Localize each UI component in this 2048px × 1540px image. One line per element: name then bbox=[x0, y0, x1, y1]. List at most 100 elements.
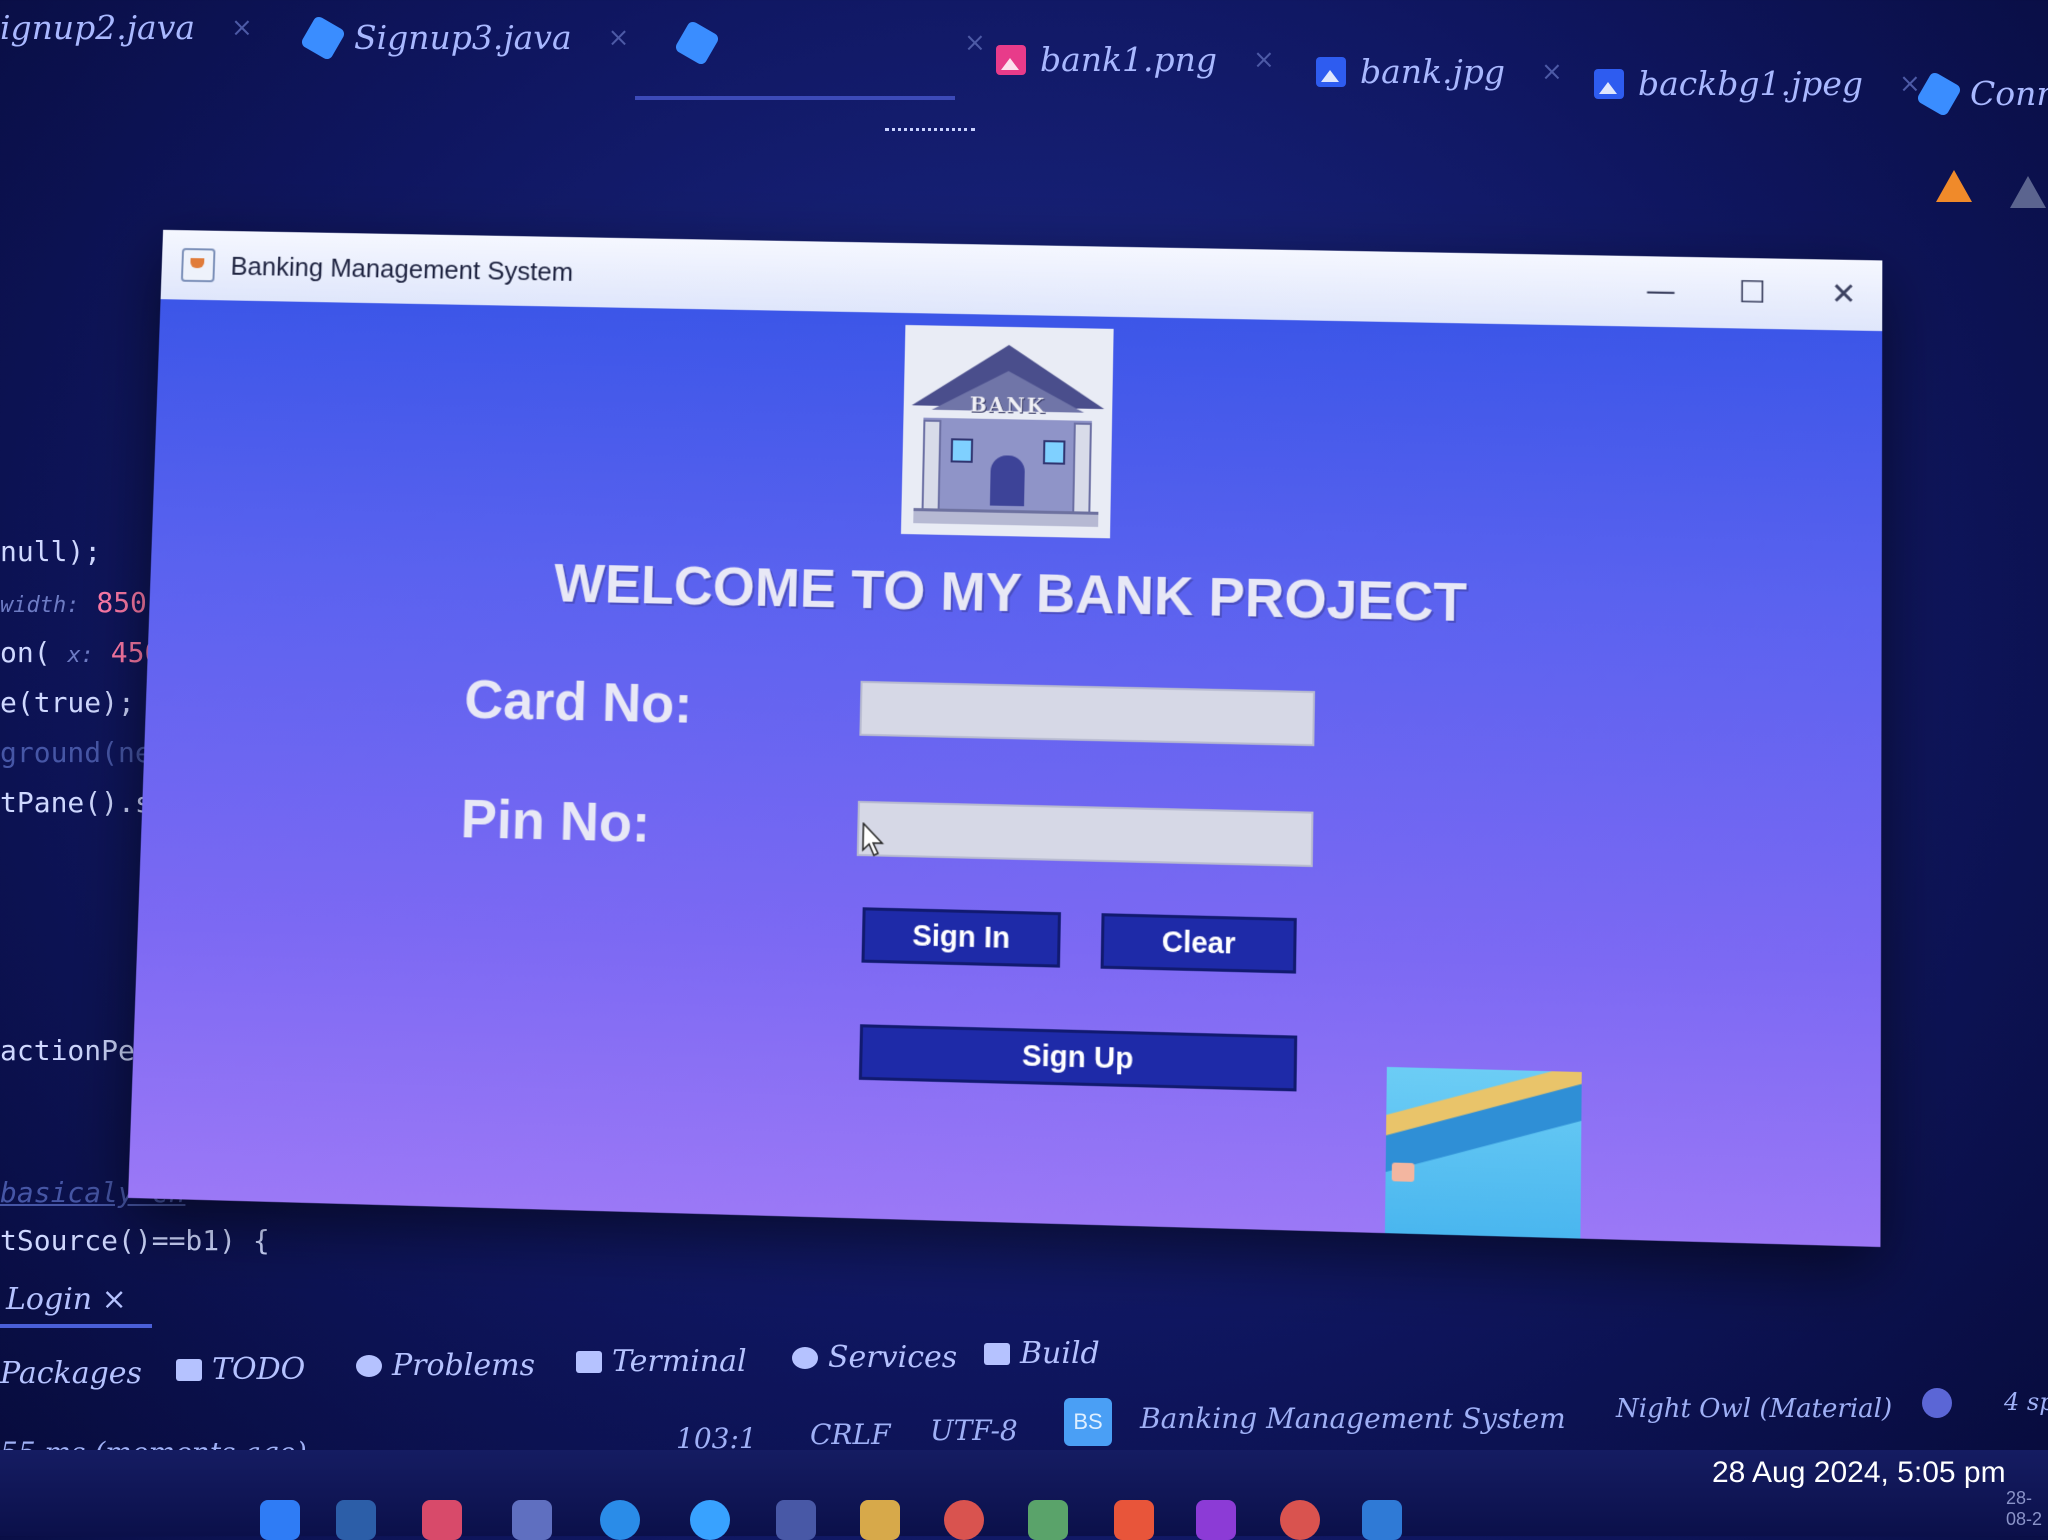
maximize-button[interactable]: ☐ bbox=[1722, 270, 1783, 315]
tab-close-icon[interactable]: × bbox=[964, 28, 986, 58]
taskbar-app-icon[interactable] bbox=[260, 1500, 300, 1540]
tool-window-services[interactable]: Services bbox=[792, 1340, 957, 1375]
tab-close-icon[interactable]: × bbox=[1899, 69, 1921, 99]
java-file-icon bbox=[674, 20, 720, 66]
code-line: width: 850, bbox=[0, 586, 164, 619]
tool-window-terminal[interactable]: Terminal bbox=[576, 1344, 747, 1379]
editor-tab-signup3[interactable]: Signup3.java × bbox=[306, 18, 629, 57]
card-dash-shape bbox=[1449, 1237, 1486, 1244]
code-line: e(true); bbox=[0, 686, 135, 719]
tab-label: bank1.png bbox=[1040, 40, 1217, 79]
card-number-input[interactable] bbox=[859, 681, 1315, 746]
tab-label: bank.jpg bbox=[1360, 52, 1505, 91]
tool-label: Problems bbox=[392, 1348, 535, 1383]
project-badge: BS bbox=[1064, 1398, 1112, 1446]
welcome-heading: WELCOME TO MY BANK PROJECT bbox=[149, 543, 1881, 643]
card-number-label: Card No: bbox=[463, 668, 693, 736]
taskbar-app-icon[interactable] bbox=[600, 1500, 640, 1540]
chrome-icon[interactable] bbox=[944, 1500, 984, 1540]
taskbar-app-icon[interactable] bbox=[512, 1500, 552, 1540]
editor-tab-bank-jpg[interactable]: bank.jpg × bbox=[1316, 52, 1563, 91]
bank-logo-text: BANK bbox=[914, 391, 1103, 419]
tab-label: ignup2.java bbox=[0, 8, 195, 47]
status-line-ending[interactable]: CRLF bbox=[810, 1418, 891, 1451]
window-title: Banking Management System bbox=[230, 250, 573, 287]
tool-label: Services bbox=[828, 1340, 957, 1375]
clear-button[interactable]: Clear bbox=[1101, 913, 1297, 973]
run-tab-login[interactable]: Login × bbox=[6, 1282, 127, 1317]
banking-app-window: Banking Management System — ☐ ✕ BANK WEL… bbox=[128, 230, 1882, 1247]
editor-tab-bank1-png[interactable]: bank1.png × bbox=[996, 40, 1275, 79]
bank-door-shape bbox=[990, 455, 1025, 506]
run-tab-indicator bbox=[0, 1324, 152, 1328]
bank-steps-shape bbox=[913, 508, 1098, 527]
status-encoding[interactable]: UTF-8 bbox=[930, 1414, 1018, 1447]
taskbar-app-icon[interactable] bbox=[690, 1500, 730, 1540]
image-file-icon bbox=[996, 45, 1026, 75]
tool-window-problems[interactable]: Problems bbox=[356, 1348, 535, 1383]
todo-icon bbox=[176, 1359, 202, 1381]
chrome-icon[interactable] bbox=[1280, 1500, 1320, 1540]
pin-number-input[interactable] bbox=[857, 801, 1314, 867]
tab-close-icon[interactable]: × bbox=[1253, 45, 1275, 75]
gear-icon bbox=[792, 1347, 818, 1369]
tool-window-packages[interactable]: Packages bbox=[0, 1356, 142, 1391]
status-theme[interactable]: Night Owl (Material) bbox=[1616, 1394, 1892, 1424]
error-squiggle bbox=[885, 120, 975, 131]
tab-label: backbg1.jpeg bbox=[1638, 64, 1863, 103]
minimize-button[interactable]: — bbox=[1630, 268, 1691, 313]
card-dash-shape bbox=[1502, 1238, 1539, 1245]
java-file-icon bbox=[1916, 70, 1962, 116]
tool-window-todo[interactable]: TODO bbox=[176, 1352, 305, 1387]
status-indent[interactable]: 4 sp bbox=[2004, 1388, 2048, 1416]
tool-label: Packages bbox=[0, 1356, 142, 1391]
sign-in-button[interactable]: Sign In bbox=[861, 907, 1061, 967]
editor-tab-signup2[interactable]: ignup2.java × bbox=[0, 8, 253, 47]
code-background bbox=[0, 190, 150, 420]
sign-up-button[interactable]: Sign Up bbox=[859, 1024, 1297, 1091]
taskbar-app-icon[interactable] bbox=[1028, 1500, 1068, 1540]
taskbar-small-date: 28-08-2 bbox=[2006, 1488, 2048, 1530]
tab-close-icon[interactable]: × bbox=[1541, 57, 1563, 87]
warning-icon[interactable] bbox=[1936, 170, 1972, 202]
tab-close-icon[interactable]: × bbox=[231, 13, 253, 43]
run-tab-close-icon[interactable]: × bbox=[102, 1282, 127, 1317]
tool-window-build[interactable]: Build bbox=[984, 1336, 1100, 1371]
pin-number-label: Pin No: bbox=[460, 787, 651, 855]
editor-tab-backbg1-jpeg[interactable]: backbg1.jpeg × bbox=[1594, 64, 1921, 103]
card-dash-shape bbox=[1395, 1235, 1432, 1242]
login-panel: BANK WELCOME TO MY BANK PROJECT Card No:… bbox=[128, 299, 1882, 1247]
editor-tab-active[interactable]: × bbox=[680, 26, 986, 60]
close-button[interactable]: ✕ bbox=[1813, 271, 1874, 316]
folder-icon[interactable] bbox=[860, 1500, 900, 1540]
java-file-icon bbox=[300, 14, 346, 60]
status-indicator-icon bbox=[1922, 1388, 1952, 1418]
build-icon bbox=[984, 1343, 1010, 1365]
taskbar-datetime[interactable]: 28 Aug 2024, 5:05 pm bbox=[1712, 1456, 2006, 1490]
intellij-icon[interactable] bbox=[1196, 1500, 1236, 1540]
taskbar-app-icon[interactable] bbox=[1362, 1500, 1402, 1540]
taskbar-app-icon[interactable] bbox=[336, 1500, 376, 1540]
run-tab-label: Login bbox=[6, 1282, 92, 1317]
problems-icon bbox=[356, 1355, 382, 1377]
java-app-icon bbox=[181, 248, 216, 282]
tool-label: TODO bbox=[212, 1352, 305, 1387]
code-line: null); bbox=[0, 535, 101, 568]
bank-logo-image: BANK bbox=[901, 325, 1114, 538]
card-chip-shape bbox=[1392, 1163, 1415, 1182]
tab-close-icon[interactable]: × bbox=[608, 23, 630, 53]
brave-icon[interactable] bbox=[1114, 1500, 1154, 1540]
editor-tab-bar: ignup2.java × Signup3.java × × bank1.png… bbox=[0, 0, 2048, 120]
tool-label: Terminal bbox=[612, 1344, 747, 1379]
code-line: tSource()==b1) { bbox=[0, 1224, 270, 1257]
credit-card-image bbox=[1385, 1067, 1582, 1247]
tab-label: Conne bbox=[1970, 74, 2048, 113]
warning-icon[interactable] bbox=[2010, 176, 2046, 208]
gmail-icon[interactable] bbox=[422, 1500, 462, 1540]
bank-window-shape bbox=[1043, 440, 1066, 465]
editor-tab-conne[interactable]: Conne bbox=[1922, 74, 2048, 113]
tab-label: Signup3.java bbox=[354, 18, 572, 57]
fingerprint-icon[interactable] bbox=[776, 1500, 816, 1540]
active-tab-indicator bbox=[635, 96, 955, 100]
status-project-name[interactable]: Banking Management System bbox=[1140, 1402, 1566, 1435]
